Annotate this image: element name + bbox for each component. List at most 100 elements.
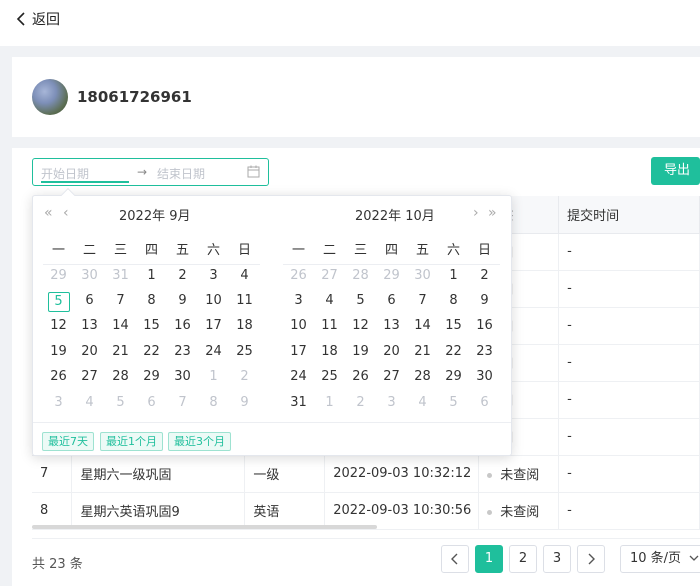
calendar-day[interactable]: 7 [407, 289, 438, 314]
calendar-day[interactable]: 3 [198, 264, 229, 289]
calendar-day[interactable]: 8 [198, 391, 229, 416]
page-button-1[interactable]: 1 [475, 545, 503, 573]
calendar-day[interactable]: 1 [198, 366, 229, 391]
calendar-day[interactable]: 15 [438, 315, 469, 340]
calendar-day[interactable]: 25 [229, 340, 260, 365]
calendar-day[interactable]: 30 [167, 366, 198, 391]
calendar-day[interactable]: 1 [314, 391, 345, 416]
next-month-button[interactable]: › [473, 205, 479, 221]
calendar-day[interactable]: 12 [345, 315, 376, 340]
calendar-day[interactable]: 5 [43, 289, 74, 314]
calendar-day[interactable]: 14 [105, 315, 136, 340]
calendar-day[interactable]: 19 [43, 340, 74, 365]
calendar-day[interactable]: 6 [469, 391, 500, 416]
next-year-button[interactable]: » [488, 205, 497, 221]
calendar-day[interactable]: 11 [314, 315, 345, 340]
shortcut-last-1-month[interactable]: 最近1个月 [100, 432, 163, 451]
calendar-day[interactable]: 30 [469, 366, 500, 391]
calendar-day[interactable]: 18 [229, 315, 260, 340]
calendar-day[interactable]: 2 [469, 264, 500, 289]
calendar-day[interactable]: 9 [469, 289, 500, 314]
calendar-day[interactable]: 8 [438, 289, 469, 314]
horizontal-scrollbar[interactable] [32, 525, 377, 529]
calendar-day[interactable]: 6 [376, 289, 407, 314]
calendar-day[interactable]: 5 [105, 391, 136, 416]
calendar-day[interactable]: 20 [74, 340, 105, 365]
calendar-day[interactable]: 24 [283, 366, 314, 391]
calendar-day[interactable]: 30 [74, 264, 105, 289]
calendar-day[interactable]: 4 [407, 391, 438, 416]
export-button[interactable]: 导出 [651, 157, 700, 185]
page-size-select[interactable]: 10 条/页 [620, 545, 700, 573]
calendar-day[interactable]: 29 [438, 366, 469, 391]
calendar-day[interactable]: 3 [376, 391, 407, 416]
prev-page-button[interactable] [441, 545, 469, 573]
calendar-day[interactable]: 29 [376, 264, 407, 289]
calendar-day[interactable]: 25 [314, 366, 345, 391]
calendar-day[interactable]: 13 [376, 315, 407, 340]
calendar-day[interactable]: 21 [105, 340, 136, 365]
calendar-day[interactable]: 15 [136, 315, 167, 340]
calendar-day[interactable]: 18 [314, 340, 345, 365]
calendar-day[interactable]: 27 [74, 366, 105, 391]
end-date-input[interactable]: 结束日期 [157, 165, 205, 182]
calendar-day[interactable]: 20 [376, 340, 407, 365]
prev-year-button[interactable]: « [44, 205, 53, 221]
next-page-button[interactable] [577, 545, 605, 573]
calendar-day[interactable]: 22 [438, 340, 469, 365]
calendar-day[interactable]: 2 [345, 391, 376, 416]
calendar-day[interactable]: 26 [43, 366, 74, 391]
calendar-day[interactable]: 28 [407, 366, 438, 391]
calendar-day[interactable]: 12 [43, 315, 74, 340]
calendar-day[interactable]: 29 [43, 264, 74, 289]
calendar-day[interactable]: 1 [438, 264, 469, 289]
calendar-day[interactable]: 8 [136, 289, 167, 314]
calendar-day[interactable]: 31 [105, 264, 136, 289]
back-button[interactable]: 返回 [16, 9, 60, 29]
calendar-day[interactable]: 5 [438, 391, 469, 416]
calendar-day[interactable]: 23 [469, 340, 500, 365]
calendar-day[interactable]: 16 [167, 315, 198, 340]
calendar-day[interactable]: 29 [136, 366, 167, 391]
calendar-day[interactable]: 16 [469, 315, 500, 340]
calendar-day[interactable]: 23 [167, 340, 198, 365]
calendar-day[interactable]: 6 [74, 289, 105, 314]
shortcut-last-7-days[interactable]: 最近7天 [42, 432, 94, 451]
calendar-day[interactable]: 9 [229, 391, 260, 416]
prev-month-button[interactable]: ‹ [63, 205, 69, 221]
calendar-day[interactable]: 4 [229, 264, 260, 289]
calendar-day[interactable]: 2 [167, 264, 198, 289]
shortcut-last-3-months[interactable]: 最近3个月 [168, 432, 231, 451]
table-row[interactable]: 8 星期六英语巩固9 英语 2022-09-03 10:30:56 未查阅 - [32, 492, 700, 530]
calendar-day[interactable]: 27 [376, 366, 407, 391]
calendar-day[interactable]: 3 [43, 391, 74, 416]
calendar-day[interactable]: 11 [229, 289, 260, 314]
calendar-day[interactable]: 10 [198, 289, 229, 314]
page-button-3[interactable]: 3 [543, 545, 571, 573]
calendar-day[interactable]: 24 [198, 340, 229, 365]
calendar-day[interactable]: 19 [345, 340, 376, 365]
calendar-day[interactable]: 30 [407, 264, 438, 289]
calendar-day[interactable]: 13 [74, 315, 105, 340]
calendar-day[interactable]: 4 [74, 391, 105, 416]
date-range-picker[interactable]: 开始日期 → 结束日期 [32, 158, 269, 186]
calendar-day[interactable]: 31 [283, 391, 314, 416]
calendar-day[interactable]: 6 [136, 391, 167, 416]
calendar-day[interactable]: 22 [136, 340, 167, 365]
calendar-day[interactable]: 26 [283, 264, 314, 289]
page-button-2[interactable]: 2 [509, 545, 537, 573]
calendar-day[interactable]: 28 [345, 264, 376, 289]
calendar-day[interactable]: 27 [314, 264, 345, 289]
calendar-day[interactable]: 14 [407, 315, 438, 340]
calendar-day[interactable]: 21 [407, 340, 438, 365]
calendar-day[interactable]: 9 [167, 289, 198, 314]
calendar-day[interactable]: 26 [345, 366, 376, 391]
calendar-day[interactable]: 28 [105, 366, 136, 391]
calendar-day[interactable]: 17 [198, 315, 229, 340]
calendar-day[interactable]: 1 [136, 264, 167, 289]
calendar-day[interactable]: 7 [167, 391, 198, 416]
table-row[interactable]: 7 星期六一级巩固 一级 2022-09-03 10:32:12 未查阅 - [32, 455, 700, 493]
start-date-input[interactable]: 开始日期 [41, 165, 129, 183]
calendar-day[interactable]: 2 [229, 366, 260, 391]
calendar-day[interactable]: 4 [314, 289, 345, 314]
